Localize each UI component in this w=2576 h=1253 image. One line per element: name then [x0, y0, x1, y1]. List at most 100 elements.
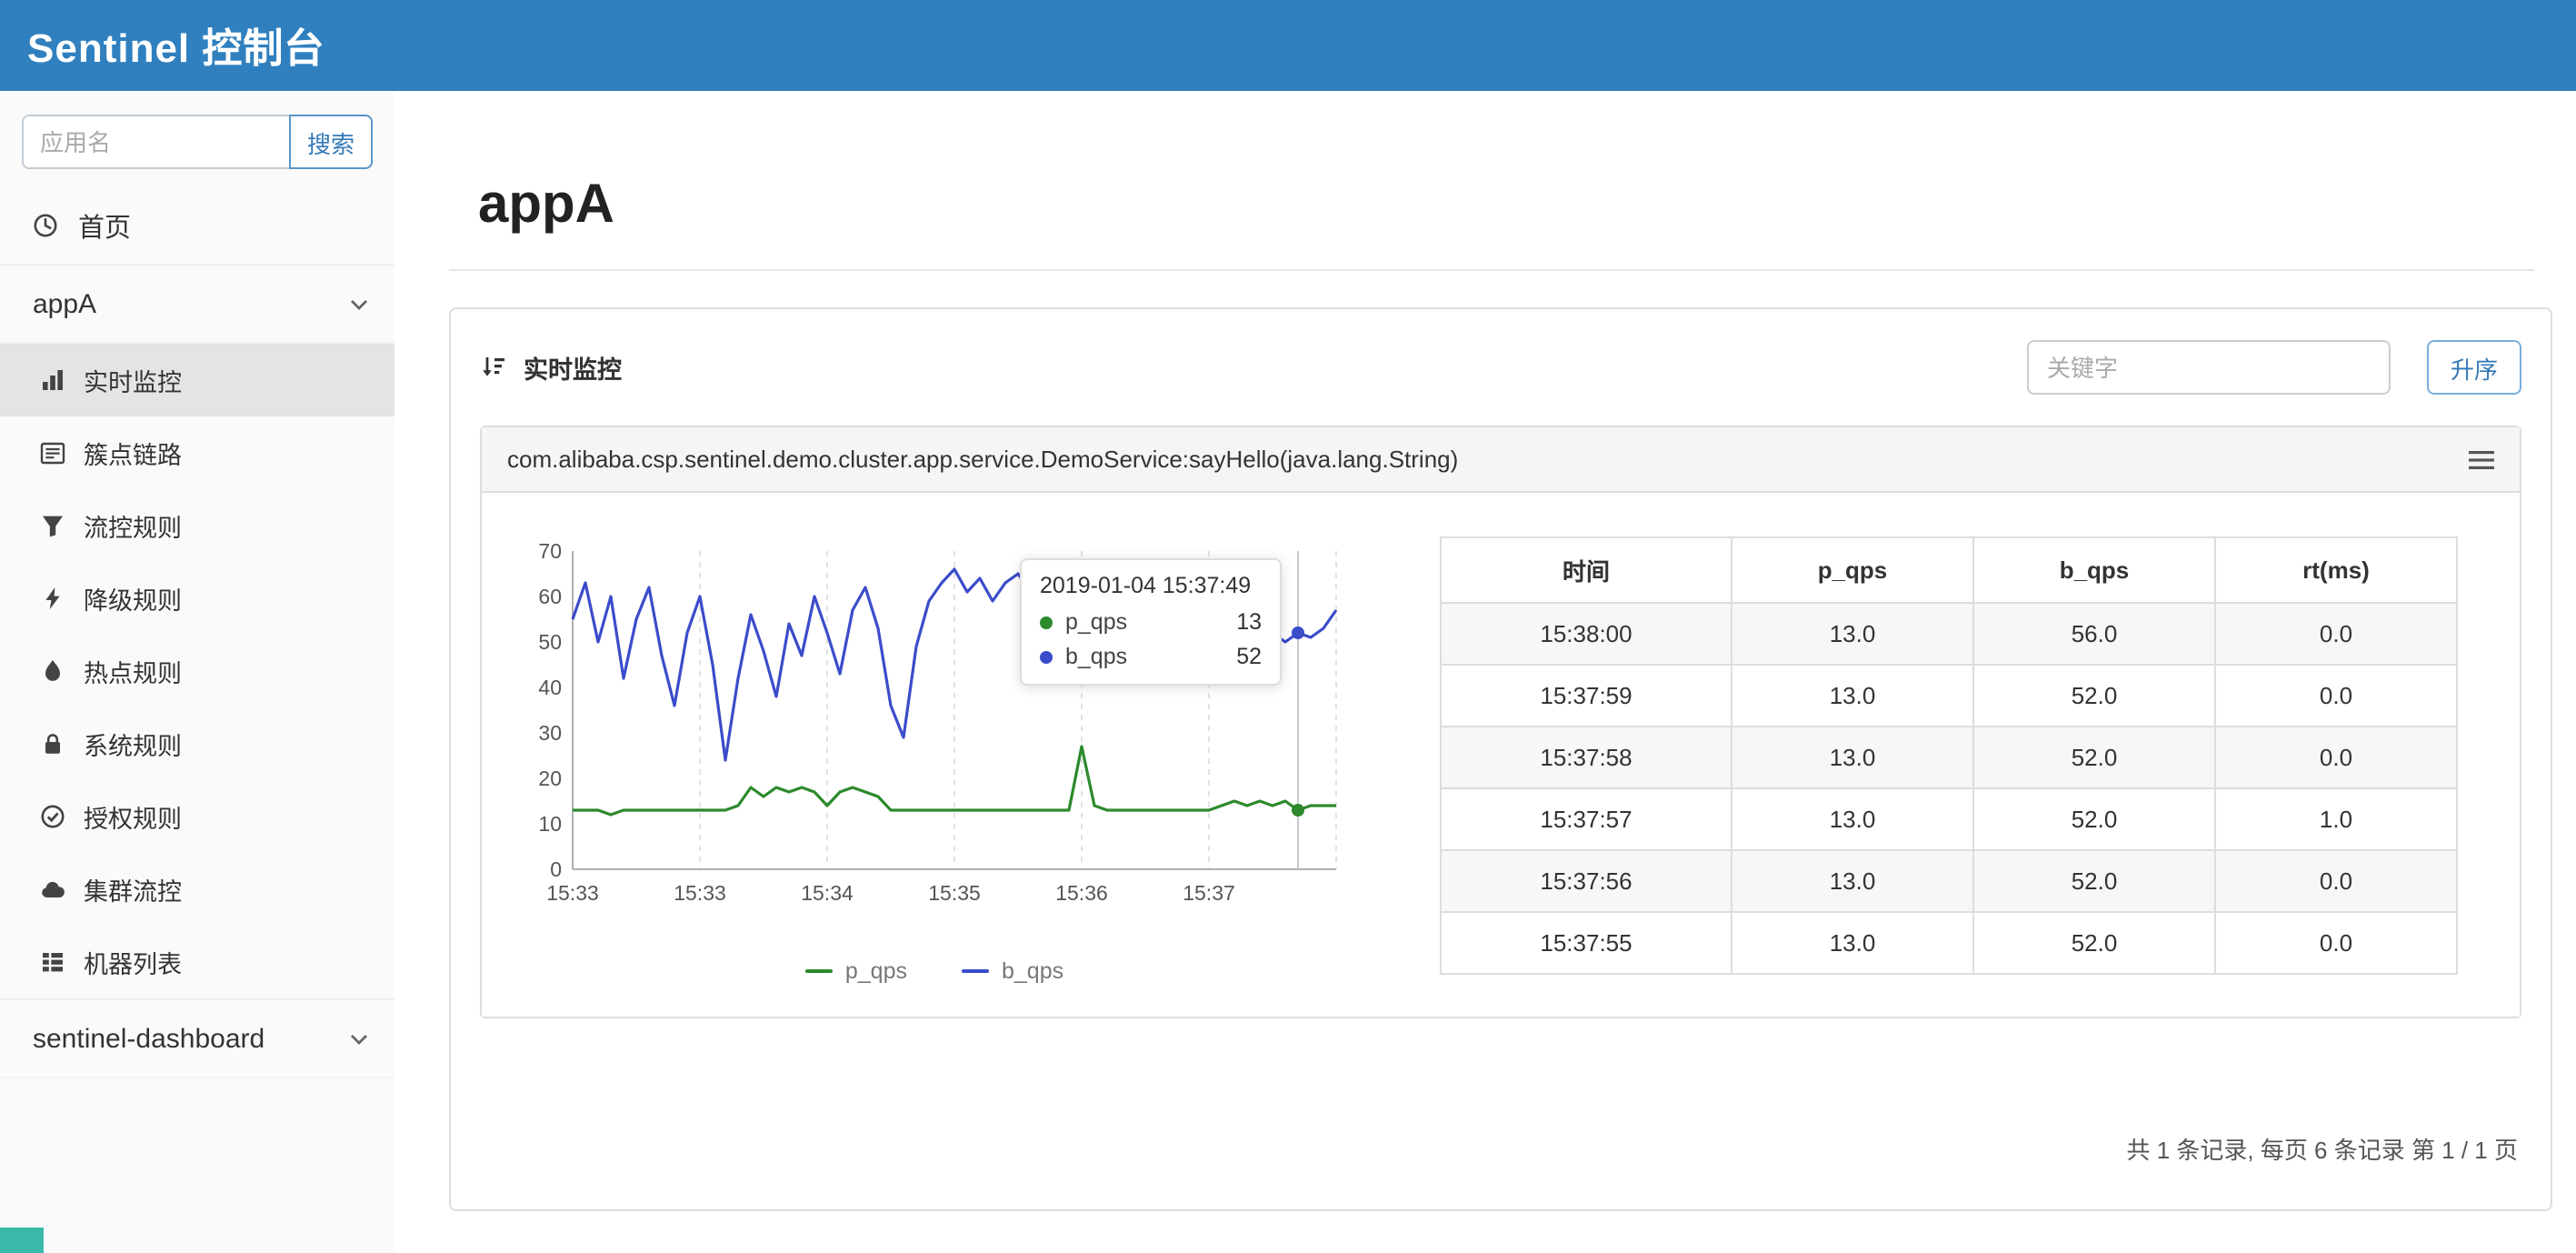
sidebar-item-label: 降级规则 [84, 587, 182, 615]
table-cell: 52.0 [1972, 911, 2216, 975]
lightning-bolt-icon [40, 586, 65, 611]
svg-text:60: 60 [538, 585, 562, 608]
group-label: sentinel-dashboard [33, 1023, 265, 1054]
chevron-down-icon [349, 1032, 369, 1045]
resource-name: com.alibaba.csp.sentinel.demo.cluster.ap… [507, 446, 1459, 473]
sidebar-item-machine-list[interactable]: 机器列表 [0, 926, 394, 998]
qps-chart[interactable]: 0 10 20 30 40 50 60 70 15:33 15:33 15:34 15:35 15:36… [511, 536, 1358, 984]
chart-legend: p_qps b_qps [511, 958, 1358, 984]
keyword-input[interactable] [2027, 340, 2391, 395]
table-header-cell: p_qps [1731, 536, 1974, 604]
lock-icon [40, 731, 65, 757]
table-cell: 52.0 [1972, 849, 2216, 913]
sidebar-item-label: 系统规则 [84, 733, 182, 760]
resource-card-body: 0 10 20 30 40 50 60 70 15:33 15:33 15:34 15:35 15:36… [482, 493, 2520, 1017]
table-cell: 15:37:55 [1440, 911, 1732, 975]
table-cell: 13.0 [1731, 787, 1974, 851]
table-row: 15:37:55 13.0 52.0 0.0 [1440, 911, 2458, 975]
tooltip-series-label: p_qps [1065, 609, 1128, 635]
table-row: 15:37:57 13.0 52.0 1.0 [1440, 787, 2458, 851]
grid-list-icon [40, 949, 65, 975]
title-divider [449, 269, 2534, 271]
app-search-group: 搜索 [22, 115, 373, 169]
chevron-down-icon [349, 297, 369, 310]
sort-amount-icon [480, 355, 507, 380]
table-row: 15:37:58 13.0 52.0 0.0 [1440, 726, 2458, 789]
sentinel-dashboard-app: Sentinel 控制台 搜索 首页 appA [0, 0, 2576, 1253]
sidebar-item-label: 流控规则 [84, 515, 182, 542]
search-button[interactable]: 搜索 [289, 115, 373, 169]
svg-text:15:36: 15:36 [1055, 881, 1108, 905]
sort-ascending-button[interactable]: 升序 [2427, 340, 2521, 395]
sidebar-item-authority-rules[interactable]: 授权规则 [0, 780, 394, 853]
sidebar-item-system-rules[interactable]: 系统规则 [0, 707, 394, 780]
resource-card-header: com.alibaba.csp.sentinel.demo.cluster.ap… [482, 427, 2520, 493]
check-circle-icon [40, 804, 65, 829]
table-header-cell: rt(ms) [2214, 536, 2458, 604]
table-header-cell: b_qps [1972, 536, 2216, 604]
sidebar-item-hotspot-rules[interactable]: 热点规则 [0, 635, 394, 707]
dashboard-clock-icon [33, 213, 58, 238]
svg-text:15:34: 15:34 [801, 881, 854, 905]
sidebar-item-degrade-rules[interactable]: 降级规则 [0, 562, 394, 635]
svg-text:50: 50 [538, 630, 562, 654]
legend-item-p-qps[interactable]: p_qps [804, 958, 907, 984]
sidebar-group-sentinel-dashboard[interactable]: sentinel-dashboard [0, 998, 394, 1078]
sidebar-menu: 首页 appA 实时监控 簇点链路 流控规则 降级规则 热点规则 系统规则 授权… [0, 187, 394, 1078]
table-cell: 0.0 [2214, 664, 2458, 727]
table-cell: 52.0 [1972, 787, 2216, 851]
sidebar-item-realtime-monitor[interactable]: 实时监控 [0, 344, 394, 416]
sidebar-item-label: 授权规则 [84, 806, 182, 833]
table-cell: 56.0 [1972, 602, 2216, 666]
sidebar-item-flow-rules[interactable]: 流控规则 [0, 489, 394, 562]
menu-hamburger-icon[interactable] [2469, 446, 2494, 472]
sidebar-item-home[interactable]: 首页 [0, 187, 394, 264]
app-search-input[interactable] [22, 115, 289, 169]
table-cell: 0.0 [2214, 602, 2458, 666]
svg-text:30: 30 [538, 721, 562, 745]
legend-item-b-qps[interactable]: b_qps [962, 958, 1063, 984]
b-qps-legend-line-icon [962, 968, 989, 974]
table-header-row: 时间 p_qps b_qps rt(ms) [1440, 536, 2458, 604]
table-cell: 52.0 [1972, 664, 2216, 727]
table-cell: 13.0 [1731, 726, 1974, 789]
appA-submenu: 实时监控 簇点链路 流控规则 降级规则 热点规则 系统规则 授权规则 集群流控 … [0, 344, 394, 998]
legend-label: p_qps [844, 958, 907, 984]
main-content: appA 实时监控 升序 com.alibaba.csp.sentinel.de… [394, 91, 2576, 1253]
table-cell: 13.0 [1731, 664, 1974, 727]
table-cell: 15:37:56 [1440, 849, 1732, 913]
svg-text:15:37: 15:37 [1183, 881, 1235, 905]
table-cell: 0.0 [2214, 849, 2458, 913]
table-row: 15:37:56 13.0 52.0 0.0 [1440, 849, 2458, 913]
sidebar-item-label: 热点规则 [84, 660, 182, 687]
filter-icon [40, 513, 65, 538]
table-cell: 15:37:59 [1440, 664, 1732, 727]
cloud-icon [40, 877, 65, 902]
sidebar-item-cluster-flow[interactable]: 集群流控 [0, 853, 394, 926]
page-title: appA [478, 175, 614, 235]
panel-title: 实时监控 [524, 356, 622, 384]
panel-toolbar: 实时监控 升序 [480, 335, 2521, 400]
sidebar-item-label: 簇点链路 [84, 442, 182, 469]
table-cell: 13.0 [1731, 911, 1974, 975]
sidebar-group-appA[interactable]: appA [0, 264, 394, 344]
table-cell: 52.0 [1972, 726, 2216, 789]
app-title: Sentinel 控制台 [27, 25, 325, 71]
toolbar-right: 升序 [2027, 340, 2521, 395]
sidebar-item-cluster-link[interactable]: 簇点链路 [0, 416, 394, 489]
table-header-cell: 时间 [1440, 536, 1732, 604]
flame-icon [40, 658, 65, 684]
table-row: 15:37:59 13.0 52.0 0.0 [1440, 664, 2458, 727]
table-row: 15:38:00 13.0 56.0 0.0 [1440, 602, 2458, 666]
svg-text:20: 20 [538, 767, 562, 790]
svg-text:10: 10 [538, 812, 562, 836]
table-cell: 15:37:58 [1440, 726, 1732, 789]
sidebar: 搜索 首页 appA 实时监控 [0, 91, 394, 1253]
b-qps-dot-icon [1040, 650, 1053, 663]
svg-text:70: 70 [538, 539, 562, 563]
metrics-table: 时间 p_qps b_qps rt(ms) 15:38:00 13.0 56.0 [1440, 536, 2458, 975]
svg-text:15:35: 15:35 [928, 881, 981, 905]
sidebar-item-label: 首页 [78, 214, 131, 243]
table-cell: 15:37:57 [1440, 787, 1732, 851]
sidebar-item-label: 集群流控 [84, 878, 182, 906]
